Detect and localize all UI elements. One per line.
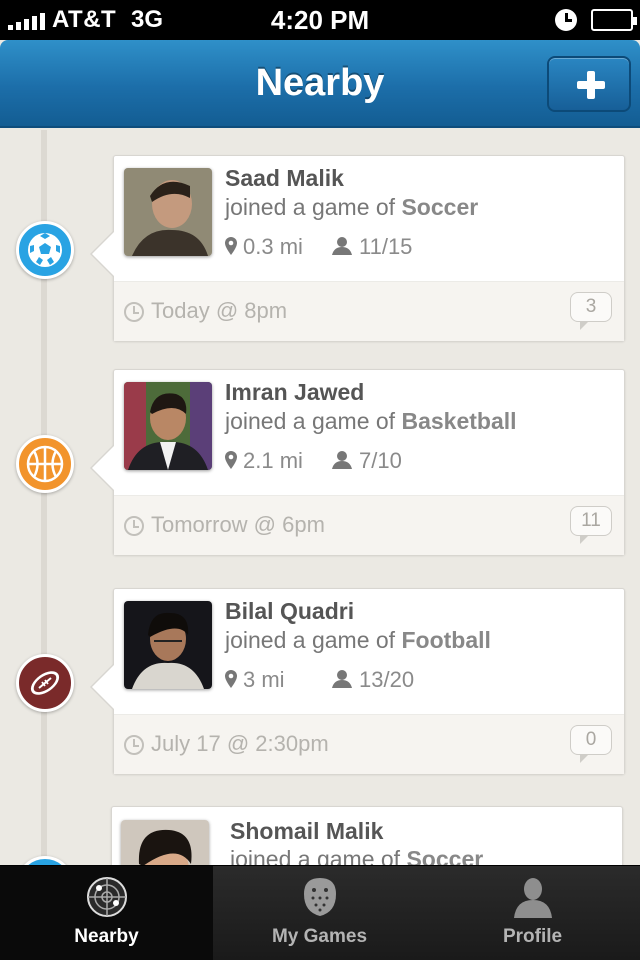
clock-icon bbox=[124, 302, 144, 322]
tab-label: My Games bbox=[271, 926, 368, 947]
basketball-icon bbox=[16, 435, 74, 493]
comment-count[interactable]: 11 bbox=[570, 506, 612, 544]
activity-text: joined a game of Football bbox=[225, 627, 491, 653]
tab-my-games[interactable]: My Games bbox=[213, 866, 426, 960]
activity-text: joined a game of Soccer bbox=[225, 194, 479, 220]
player-count: 7/10 bbox=[359, 448, 402, 473]
players-icon bbox=[332, 451, 352, 469]
page-title: Nearby bbox=[255, 62, 385, 104]
player-name: Shomail Malik bbox=[230, 818, 384, 844]
feed-card[interactable]: Saad Malik joined a game of Soccer 0.3 m… bbox=[90, 155, 625, 341]
distance: 0.3 mi bbox=[243, 234, 303, 259]
distance: 3 mi bbox=[243, 667, 285, 692]
player-count: 11/15 bbox=[359, 234, 413, 259]
sport-name: Football bbox=[401, 627, 491, 653]
tab-profile[interactable]: Profile bbox=[426, 866, 639, 960]
card-footer: Today @ 8pm 3 bbox=[114, 281, 624, 341]
feed-card[interactable]: Imran Jawed joined a game of Basketball … bbox=[90, 369, 625, 555]
avatar[interactable] bbox=[121, 820, 209, 865]
sport-name: Basketball bbox=[401, 408, 517, 434]
location-pin-icon bbox=[225, 670, 237, 688]
tab-label: Nearby bbox=[74, 926, 139, 947]
clock-icon bbox=[124, 516, 144, 536]
football-icon bbox=[16, 654, 74, 712]
avatar[interactable] bbox=[124, 601, 212, 689]
activity-text: joined a game of Basketball bbox=[225, 408, 517, 434]
players-icon bbox=[332, 237, 352, 255]
sport-name: Soccer bbox=[406, 846, 484, 865]
game-time: Today @ 8pm bbox=[151, 298, 288, 323]
player-count: 13/20 bbox=[359, 667, 415, 692]
add-game-button[interactable] bbox=[547, 56, 631, 112]
activity-text: joined a game of Soccer bbox=[230, 846, 483, 865]
avatar[interactable] bbox=[124, 168, 212, 256]
distance: 2.1 mi bbox=[243, 448, 303, 473]
player-name: Bilal Quadri bbox=[225, 598, 355, 624]
card-footer: Tomorrow @ 6pm 11 bbox=[114, 495, 624, 555]
location-pin-icon bbox=[225, 451, 237, 469]
avatar[interactable] bbox=[124, 382, 212, 470]
alarm-icon bbox=[555, 9, 577, 31]
person-icon bbox=[514, 878, 552, 918]
sport-name: Soccer bbox=[401, 194, 479, 220]
plus-icon bbox=[577, 71, 605, 99]
soccer-ball-icon bbox=[16, 856, 74, 865]
tab-nearby[interactable]: Nearby bbox=[0, 866, 213, 960]
game-time: Tomorrow @ 6pm bbox=[151, 512, 325, 537]
card-footer: July 17 @ 2:30pm 0 bbox=[114, 714, 624, 774]
activity-feed[interactable]: Saad Malik joined a game of Soccer 0.3 m… bbox=[0, 130, 640, 865]
clock-icon bbox=[124, 735, 144, 755]
status-bar: AT&T 3G 4:20 PM bbox=[0, 0, 640, 40]
feed-card[interactable]: Shomail Malik joined a game of Soccer bbox=[111, 806, 623, 865]
radar-icon bbox=[87, 877, 127, 917]
battery-icon bbox=[591, 9, 637, 31]
comment-count[interactable]: 0 bbox=[570, 725, 612, 763]
nav-bar: Nearby bbox=[0, 40, 640, 128]
hockey-mask-icon bbox=[304, 878, 336, 916]
tab-label: Profile bbox=[502, 926, 563, 947]
soccer-ball-icon bbox=[16, 221, 74, 279]
game-time: July 17 @ 2:30pm bbox=[151, 731, 329, 756]
player-name: Saad Malik bbox=[225, 165, 344, 191]
location-pin-icon bbox=[225, 237, 237, 255]
player-name: Imran Jawed bbox=[225, 379, 365, 405]
players-icon bbox=[332, 670, 352, 688]
comment-count[interactable]: 3 bbox=[570, 292, 612, 330]
feed-card[interactable]: Bilal Quadri joined a game of Football 3… bbox=[90, 588, 625, 774]
status-time: 4:20 PM bbox=[270, 5, 370, 35]
tab-bar: Nearby My Games Profile bbox=[0, 865, 640, 960]
